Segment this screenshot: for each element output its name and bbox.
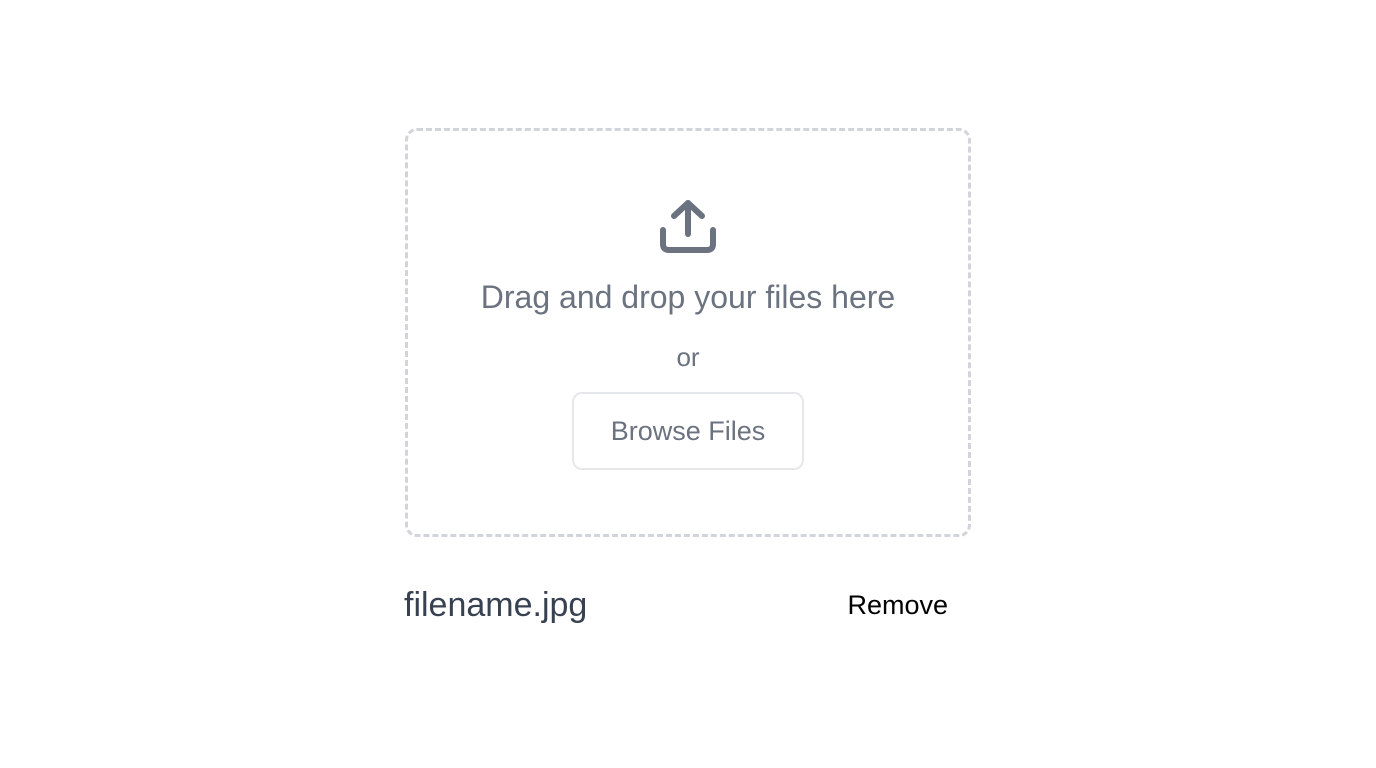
file-upload-page: Drag and drop your files here or Browse … bbox=[0, 0, 1376, 768]
remove-file-button[interactable]: Remove bbox=[847, 586, 948, 624]
or-separator: or bbox=[676, 342, 700, 372]
uploaded-file-row: filename.jpg Remove bbox=[404, 582, 970, 628]
file-dropzone[interactable] bbox=[405, 128, 971, 537]
upload-icon bbox=[660, 200, 716, 253]
browse-files-button[interactable]: Browse Files bbox=[572, 392, 804, 470]
drop-instructions: Drag and drop your files here bbox=[480, 279, 896, 315]
file-name: filename.jpg bbox=[404, 586, 588, 624]
